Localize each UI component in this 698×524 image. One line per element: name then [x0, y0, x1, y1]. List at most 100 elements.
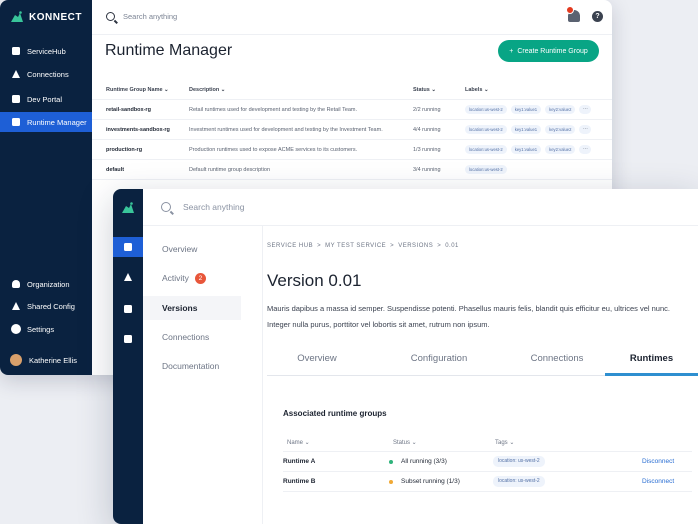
- search-input[interactable]: Search anything: [106, 12, 177, 21]
- runtime-name[interactable]: Runtime B: [283, 472, 316, 491]
- sidebar-item-shared-config[interactable]: Shared Config: [0, 296, 92, 316]
- table-row[interactable]: retail-sandbox-rg Retail runtimes used f…: [92, 100, 612, 120]
- collapsed-sidebar: [113, 189, 143, 524]
- nav-item-label: Versions: [162, 303, 198, 313]
- table-row[interactable]: investments-sandbox-rg Investment runtim…: [92, 120, 612, 140]
- breadcrumb-current: 0.01: [445, 243, 459, 249]
- help-icon[interactable]: ?: [592, 11, 603, 22]
- label-badge: key1:value1: [510, 145, 542, 155]
- connections-icon: [124, 273, 132, 281]
- label-badge: location:us-west-2: [465, 125, 507, 135]
- runtime-group-status: 2/2 running: [413, 107, 441, 113]
- notification-badge: [566, 6, 574, 14]
- button-label: Create Runtime Group: [517, 47, 588, 55]
- table-header: Runtime Group Name ⌄ Description ⌄ Statu…: [92, 80, 612, 100]
- search-icon: [106, 12, 115, 21]
- nav-item-activity[interactable]: Activity 2: [143, 266, 241, 290]
- runtime-groups-table: Name ⌄ Status ⌄ Tags ⌄ Runtime A All run…: [283, 433, 692, 492]
- kong-logo-icon[interactable]: [121, 201, 135, 215]
- more-labels-button[interactable]: ···: [579, 105, 592, 115]
- label-badge: key1:value1: [510, 125, 542, 135]
- tab-overview[interactable]: Overview: [267, 346, 367, 376]
- runtime-status: All running (3/3): [389, 452, 447, 471]
- nav-item-versions[interactable]: Versions: [143, 296, 241, 320]
- column-header-name[interactable]: Runtime Group Name ⌄: [106, 80, 169, 100]
- runtime-group-description: Retail runtimes used for development and…: [189, 107, 358, 113]
- search-placeholder: Search anything: [183, 202, 245, 212]
- sidebar-item-dev-portal[interactable]: [113, 299, 143, 319]
- runtime-group-labels: location:us-west-2: [465, 160, 511, 180]
- breadcrumb: SERVICE HUB > MY TEST SERVICE > VERSIONS >0.0…: [267, 243, 459, 249]
- more-labels-button[interactable]: ···: [579, 145, 592, 155]
- table-row[interactable]: Runtime B Subset running (1/3) location:…: [283, 472, 692, 492]
- user-name: Katherine Ellis: [29, 355, 77, 365]
- table-row[interactable]: Runtime A All running (3/3) location: us…: [283, 452, 692, 472]
- search-input[interactable]: Search anything: [161, 202, 244, 212]
- runtime-tag: location: us-west-2: [493, 452, 545, 471]
- runtime-group-description: Default runtime group description: [189, 167, 271, 173]
- create-runtime-group-button[interactable]: + Create Runtime Group: [498, 40, 599, 62]
- page-title: Runtime Manager: [105, 42, 233, 59]
- nav-item-label: Activity: [162, 273, 189, 283]
- nav-item-overview[interactable]: Overview: [143, 237, 241, 261]
- gear-icon: [12, 325, 20, 333]
- tab-configuration[interactable]: Configuration: [379, 346, 499, 376]
- table-row[interactable]: default Default runtime group descriptio…: [92, 160, 612, 180]
- activity-count-badge: 2: [194, 273, 206, 284]
- sidebar-item-dev-portal[interactable]: Dev Portal: [0, 89, 92, 109]
- column-header-status[interactable]: Status ⌄: [393, 433, 417, 451]
- runtime-group-status: 3/4 running: [413, 167, 441, 173]
- column-header-status[interactable]: Status ⌄: [413, 80, 436, 100]
- sidebar-item-servicehub[interactable]: [113, 237, 143, 257]
- tab-runtimes[interactable]: Runtimes: [605, 346, 698, 376]
- sidebar-item-label: Settings: [27, 324, 55, 334]
- column-header-labels[interactable]: Labels ⌄: [465, 80, 489, 100]
- sidebar-item-connections[interactable]: [113, 267, 143, 287]
- portal-icon: [12, 95, 20, 103]
- tab-connections[interactable]: Connections: [497, 346, 617, 376]
- breadcrumb-separator: >: [317, 243, 322, 249]
- label-badge: key2:value2: [545, 145, 576, 155]
- disconnect-link[interactable]: Disconnect: [642, 472, 674, 491]
- runtime-group-labels: location:us-west-2 key1:value1 key2:value2…: [465, 140, 592, 160]
- main-sidebar: KONNECT ServiceHub Connections Dev Porta…: [0, 0, 92, 375]
- breadcrumb-versions[interactable]: VERSIONS: [398, 243, 433, 249]
- runtime-group-status: 4/4 running: [413, 127, 441, 133]
- people-icon: [12, 280, 20, 288]
- runtime-group-name[interactable]: retail-sandbox-rg: [106, 100, 151, 120]
- runtime-group-description: Production runtimes used to expose ACME …: [189, 147, 358, 153]
- nav-item-connections[interactable]: Connections: [143, 325, 241, 349]
- disconnect-link[interactable]: Disconnect: [642, 452, 674, 471]
- status-dot-icon: [389, 479, 393, 484]
- more-labels-button[interactable]: ···: [579, 125, 592, 135]
- nav-item-label: Documentation: [162, 361, 220, 371]
- user-menu[interactable]: Katherine Ellis: [0, 350, 92, 370]
- column-header-tags[interactable]: Tags ⌄: [495, 433, 514, 451]
- sidebar-item-connections[interactable]: Connections: [0, 64, 92, 84]
- sidebar-item-servicehub[interactable]: ServiceHub: [0, 41, 92, 61]
- page-title: Version 0.01: [267, 271, 362, 290]
- grid-icon: [124, 243, 132, 251]
- disconnect-label: Disconnect: [642, 478, 675, 485]
- column-header-name[interactable]: Name ⌄: [287, 433, 310, 451]
- runtime-status-text: All running (3/3): [401, 458, 447, 465]
- runtime-group-name[interactable]: investments-sandbox-rg: [106, 120, 170, 140]
- sidebar-item-runtime-manager[interactable]: [113, 329, 143, 349]
- runtime-group-name[interactable]: default: [106, 160, 124, 180]
- nav-item-documentation[interactable]: Documentation: [143, 354, 241, 378]
- sidebar-item-runtime-manager[interactable]: Runtime Manager: [0, 112, 92, 132]
- breadcrumb-servicehub[interactable]: SERVICE HUB: [267, 243, 313, 249]
- breadcrumb-service[interactable]: MY TEST SERVICE: [325, 243, 386, 249]
- table-row[interactable]: production-rg Production runtimes used t…: [92, 140, 612, 160]
- version-tabs: Overview Configuration Connections Runti…: [267, 346, 698, 376]
- tag-badge: location: us-west-2: [493, 476, 545, 487]
- sidebar-item-organization[interactable]: Organization: [0, 274, 92, 294]
- search-icon: [161, 202, 171, 212]
- sidebar-item-settings[interactable]: Settings: [0, 319, 92, 339]
- plus-icon: +: [509, 47, 514, 55]
- runtime-group-name[interactable]: production-rg: [106, 140, 142, 160]
- konnect-logo[interactable]: KONNECT: [10, 10, 82, 24]
- column-header-description[interactable]: Description ⌄: [189, 80, 225, 100]
- runtime-name[interactable]: Runtime A: [283, 452, 315, 471]
- avatar: [10, 354, 22, 366]
